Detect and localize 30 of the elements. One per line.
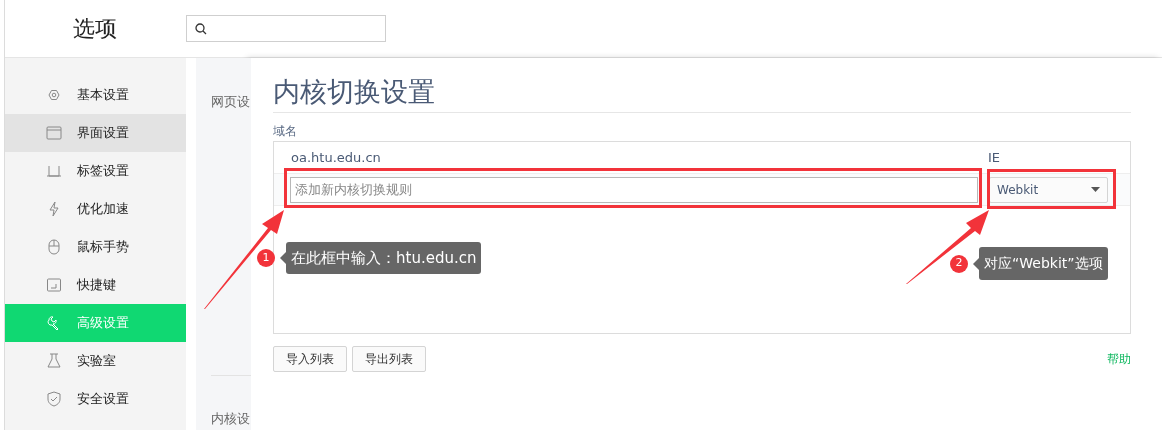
sidebar-item[interactable]: 快捷键 — [5, 266, 186, 304]
menu-icon — [45, 238, 63, 256]
caret-icon — [1091, 187, 1100, 192]
sidebar-item[interactable]: 基本设置 — [5, 76, 186, 114]
sidebar-item[interactable]: 实验室 — [5, 342, 186, 380]
engine-cell-text: IE — [988, 148, 1001, 167]
sidebar-item[interactable]: 标签设置 — [5, 152, 186, 190]
menu-icon — [45, 276, 63, 294]
dialog-title: 内核切换设置 — [273, 74, 1131, 113]
menu-icon — [45, 124, 63, 142]
sidebar-item[interactable]: 鼠标手势 — [5, 228, 186, 266]
field-label: 域名 — [273, 123, 298, 139]
domain-cell-text: oa.htu.edu.cn — [291, 148, 382, 167]
search-icon — [195, 22, 207, 35]
window-title: 选项 — [72, 15, 118, 43]
rule-input[interactable]: 添加新内核切换规则 — [290, 176, 978, 203]
section-label: 网页设 — [211, 93, 250, 111]
list-button[interactable]: 导入列表 — [273, 346, 347, 372]
list-button[interactable]: 导出列表 — [352, 346, 426, 372]
engine-select[interactable]: Webkit — [989, 176, 1108, 203]
sidebar-item[interactable]: 安全设置 — [5, 380, 186, 418]
menu-icon — [45, 352, 63, 370]
menu-icon — [45, 390, 63, 408]
select-value: Webkit — [997, 181, 1039, 199]
section-label: 内核设 — [211, 410, 250, 428]
callout-text: 对应“Webkit”选项 — [979, 247, 1108, 280]
search-field[interactable] — [186, 15, 386, 42]
sidebar-item[interactable]: 优化加速 — [5, 190, 186, 228]
sidebar-item[interactable]: 界面设置 — [5, 114, 186, 152]
callout-text: 在此框中输入：htu.edu.cn — [286, 242, 482, 274]
